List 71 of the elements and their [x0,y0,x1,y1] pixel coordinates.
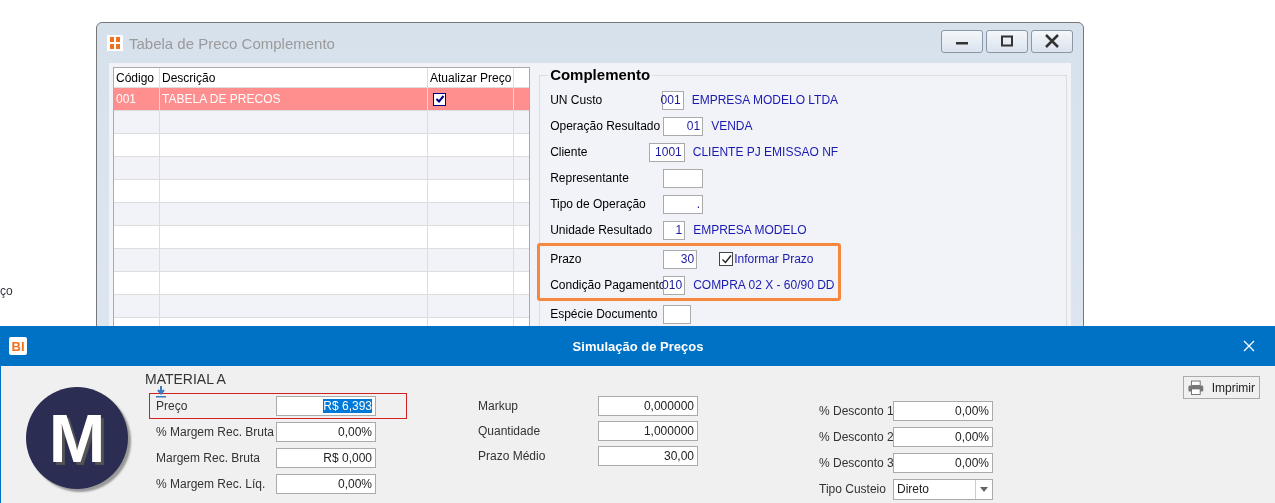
column-header: Atualizar Preço [428,68,514,87]
field-label: Cliente [550,145,589,159]
field-label: Prazo Médio [478,448,547,463]
field-label: Representante [550,171,630,185]
input-field[interactable]: 0,00% [893,401,993,421]
code-field[interactable] [663,304,692,324]
check-icon [434,94,445,104]
field-label: Quantidade [478,423,542,438]
input-field[interactable]: 0,00% [893,453,993,473]
code-field[interactable]: 1001 [649,142,685,162]
avatar: M [26,387,128,489]
column-header: Código [114,68,160,87]
input-field[interactable]: 0,000000 [598,395,698,416]
field-label: % Margem Rec. Líq. [156,477,267,491]
dialog-title: Simulação de Preços [572,338,704,354]
field-label: % Desconto 1 [819,404,893,418]
field-label: Espécie Documento [550,307,659,321]
caret-icon [980,486,988,492]
window-title: Tabela de Preco Complemento [129,34,335,52]
input-field[interactable]: R$ 0,000 [276,448,376,468]
code-field[interactable]: 30 [663,249,698,269]
close-button[interactable] [1031,29,1073,53]
code-field[interactable] [663,168,704,188]
field-label: Operação Resultado [550,119,662,133]
input-field[interactable]: 1,000000 [598,420,698,441]
printer-icon [1188,379,1204,396]
background-text: ço [0,284,13,298]
input-field[interactable]: 30,00 [598,445,698,466]
code-field[interactable]: 1 [663,220,686,240]
code-field[interactable]: 010 [663,275,686,295]
dropdown[interactable]: Direto [893,478,993,500]
field-description: EMPRESA MODELO [693,223,807,237]
field-description: EMPRESA MODELO LTDA [691,93,839,107]
field-label: Unidade Resultado [550,223,654,237]
input-field[interactable]: R$ 6,393 [276,396,376,416]
field-label: % Desconto 3 [819,456,893,470]
close-icon[interactable] [1243,340,1255,352]
table-cell: TABELA DE PRECOS [160,88,428,110]
table-cell: 001 [114,88,160,110]
checkbox[interactable] [433,92,446,106]
field-description: VENDA [711,119,753,133]
field-label: Prazo [550,252,583,266]
minimize-button[interactable] [941,29,983,53]
field-label: Tipo Custeio [819,482,887,496]
field-label: Markup [478,398,519,413]
field-label: Tipo de Operação [550,197,647,211]
checkbox[interactable]: Informar Prazo [719,252,814,266]
download-icon [155,386,167,398]
close-icon [1043,34,1061,48]
field-label: Preço [156,399,189,413]
input-field[interactable]: 0,00% [276,422,376,442]
maximize-icon [999,35,1015,47]
input-field[interactable]: 0,00% [276,474,376,494]
code-field[interactable]: 001 [661,90,684,110]
check-icon [720,253,732,265]
material-name: MATERIAL A [145,371,227,389]
field-label: % Desconto 2 [819,430,893,444]
field-label: Margem Rec. Bruta [156,451,262,465]
code-field[interactable]: 01 [663,116,704,136]
app-logo: BI [9,337,27,355]
code-field[interactable]: . [663,194,704,214]
field-label: % Margem Rec. Bruta [156,425,276,439]
group-title: Complemento [548,66,653,83]
field-label: UN Custo [550,93,604,107]
column-header: Descrição [160,68,428,87]
app-icon [107,35,123,51]
input-field[interactable]: 0,00% [893,427,993,447]
print-button[interactable]: Imprimir [1183,376,1260,399]
field-description: COMPRA 02 X - 60/90 DD [693,278,835,292]
maximize-button[interactable] [986,29,1028,53]
field-description: CLIENTE PJ EMISSAO NF [692,145,839,159]
